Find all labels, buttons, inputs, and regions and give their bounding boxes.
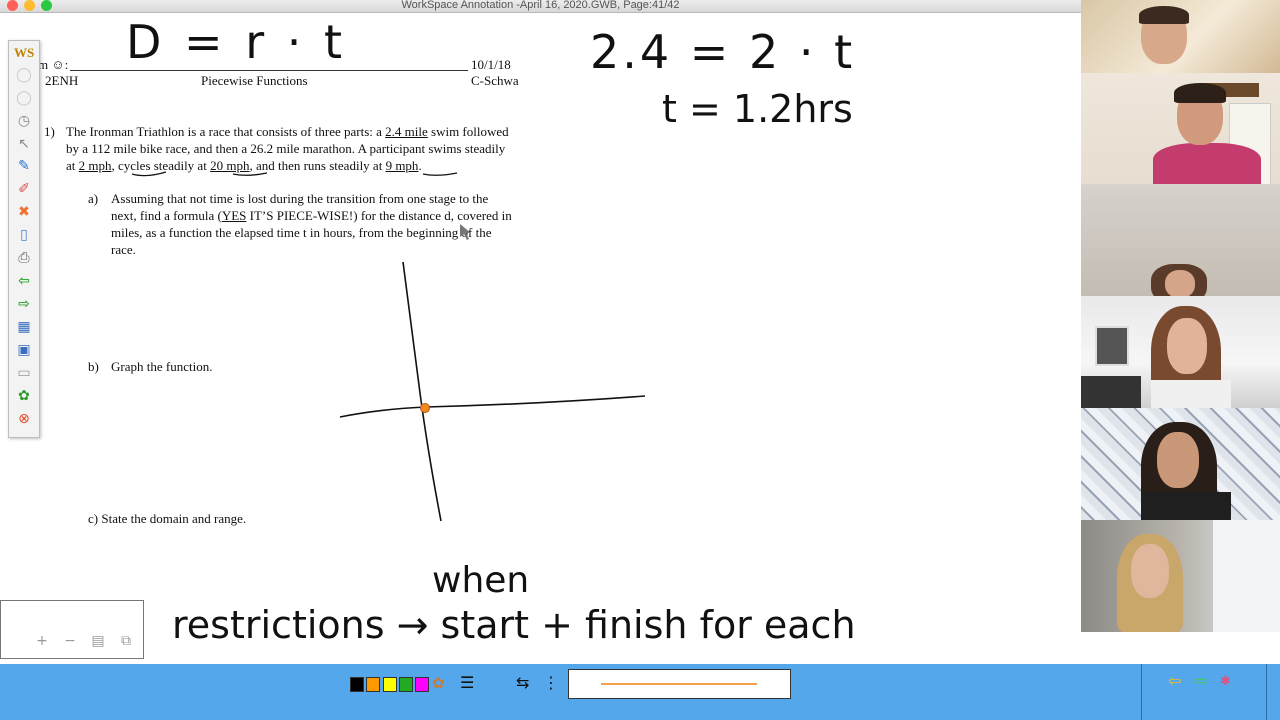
zoom-panel: + − ▤ ⧉	[0, 600, 144, 659]
participant-avatar	[1131, 544, 1169, 598]
dash-style-icon[interactable]: ⋮	[543, 673, 559, 692]
circle-icon[interactable]: ◯	[14, 89, 34, 107]
stroke-preview	[568, 669, 791, 699]
participant-avatar	[1167, 318, 1207, 374]
ws-logo-icon: WS	[14, 45, 35, 60]
grid-icon[interactable]: ▦	[14, 318, 34, 336]
close-icon[interactable]: ⊗	[14, 410, 34, 428]
highlighter-icon[interactable]: ✐	[14, 180, 34, 198]
color-swatch-yellow[interactable]	[383, 677, 397, 692]
arrow-cursor-icon[interactable]: ↖	[14, 135, 34, 153]
printer-icon[interactable]: ⎙	[14, 249, 34, 267]
color-swatch-black[interactable]	[350, 677, 364, 692]
participant-avatar	[1157, 432, 1199, 488]
video-tile-4[interactable]	[1081, 296, 1280, 408]
wall-picture	[1095, 326, 1129, 366]
prev-page-button[interactable]: ⇦	[1168, 671, 1181, 690]
stroke-preview-line	[601, 683, 757, 685]
circle-icon[interactable]: ◯	[14, 66, 34, 84]
participant-shirt	[1151, 380, 1231, 408]
window-titlebar: WorkSpace Annotation -April 16, 2020.GWB…	[0, 0, 1081, 13]
pen-icon[interactable]: ✎	[14, 157, 34, 175]
color-picker-icon[interactable]: ✿	[432, 674, 445, 692]
flag-icon[interactable]: ✱	[1220, 674, 1231, 689]
background-bed	[1081, 376, 1141, 408]
color-swatch-orange[interactable]	[366, 677, 380, 692]
line-style-icon[interactable]: ⇆	[516, 673, 529, 692]
forward-arrow-icon[interactable]: ⇨	[14, 295, 34, 313]
line-width-icon[interactable]: ☰	[460, 673, 474, 692]
participant-hair	[1174, 83, 1226, 103]
origin-point	[420, 403, 430, 413]
color-swatch-magenta[interactable]	[415, 677, 429, 692]
handwritten-axes	[131, 171, 646, 522]
palette-icon[interactable]: ✿	[14, 387, 34, 405]
copy-page-icon[interactable]: ⧉	[117, 632, 135, 650]
save-icon[interactable]: ▣	[14, 341, 34, 359]
zoom-out-icon[interactable]: −	[61, 632, 79, 650]
participant-shirt	[1153, 143, 1261, 184]
background-window	[1213, 520, 1280, 632]
participant-hair	[1139, 6, 1189, 24]
page-fit-icon[interactable]: ▤	[89, 632, 107, 650]
back-arrow-icon[interactable]: ⇦	[14, 272, 34, 290]
participant-avatar	[1165, 270, 1195, 296]
annotation-toolbar: WS ◯ ◯ ◷ ↖ ✎ ✐ ✖ ▯ ⎙ ⇦ ⇨ ▦ ▣ ▭ ✿ ⊗	[8, 40, 40, 438]
zoom-in-icon[interactable]: +	[33, 632, 51, 650]
participant-shirt	[1141, 492, 1231, 520]
window-title: WorkSpace Annotation -April 16, 2020.GWB…	[401, 0, 680, 11]
video-tile-5[interactable]	[1081, 408, 1280, 520]
clock-icon[interactable]: ◷	[14, 112, 34, 130]
mouse-cursor-icon	[460, 224, 471, 240]
video-tile-3[interactable]	[1081, 184, 1280, 296]
stamp-icon[interactable]: ▭	[14, 364, 34, 382]
document-canvas[interactable]: m ☺: 2ENH Piecewise Functions 10/1/18 C-…	[0, 13, 1081, 663]
eraser-x-icon[interactable]: ✖	[14, 203, 34, 221]
next-page-button[interactable]: ⇨	[1194, 671, 1207, 690]
page-icon[interactable]: ▯	[14, 226, 34, 244]
video-tile-6[interactable]	[1081, 520, 1280, 632]
video-tile-2[interactable]	[1081, 73, 1280, 184]
color-swatch-green[interactable]	[399, 677, 413, 692]
